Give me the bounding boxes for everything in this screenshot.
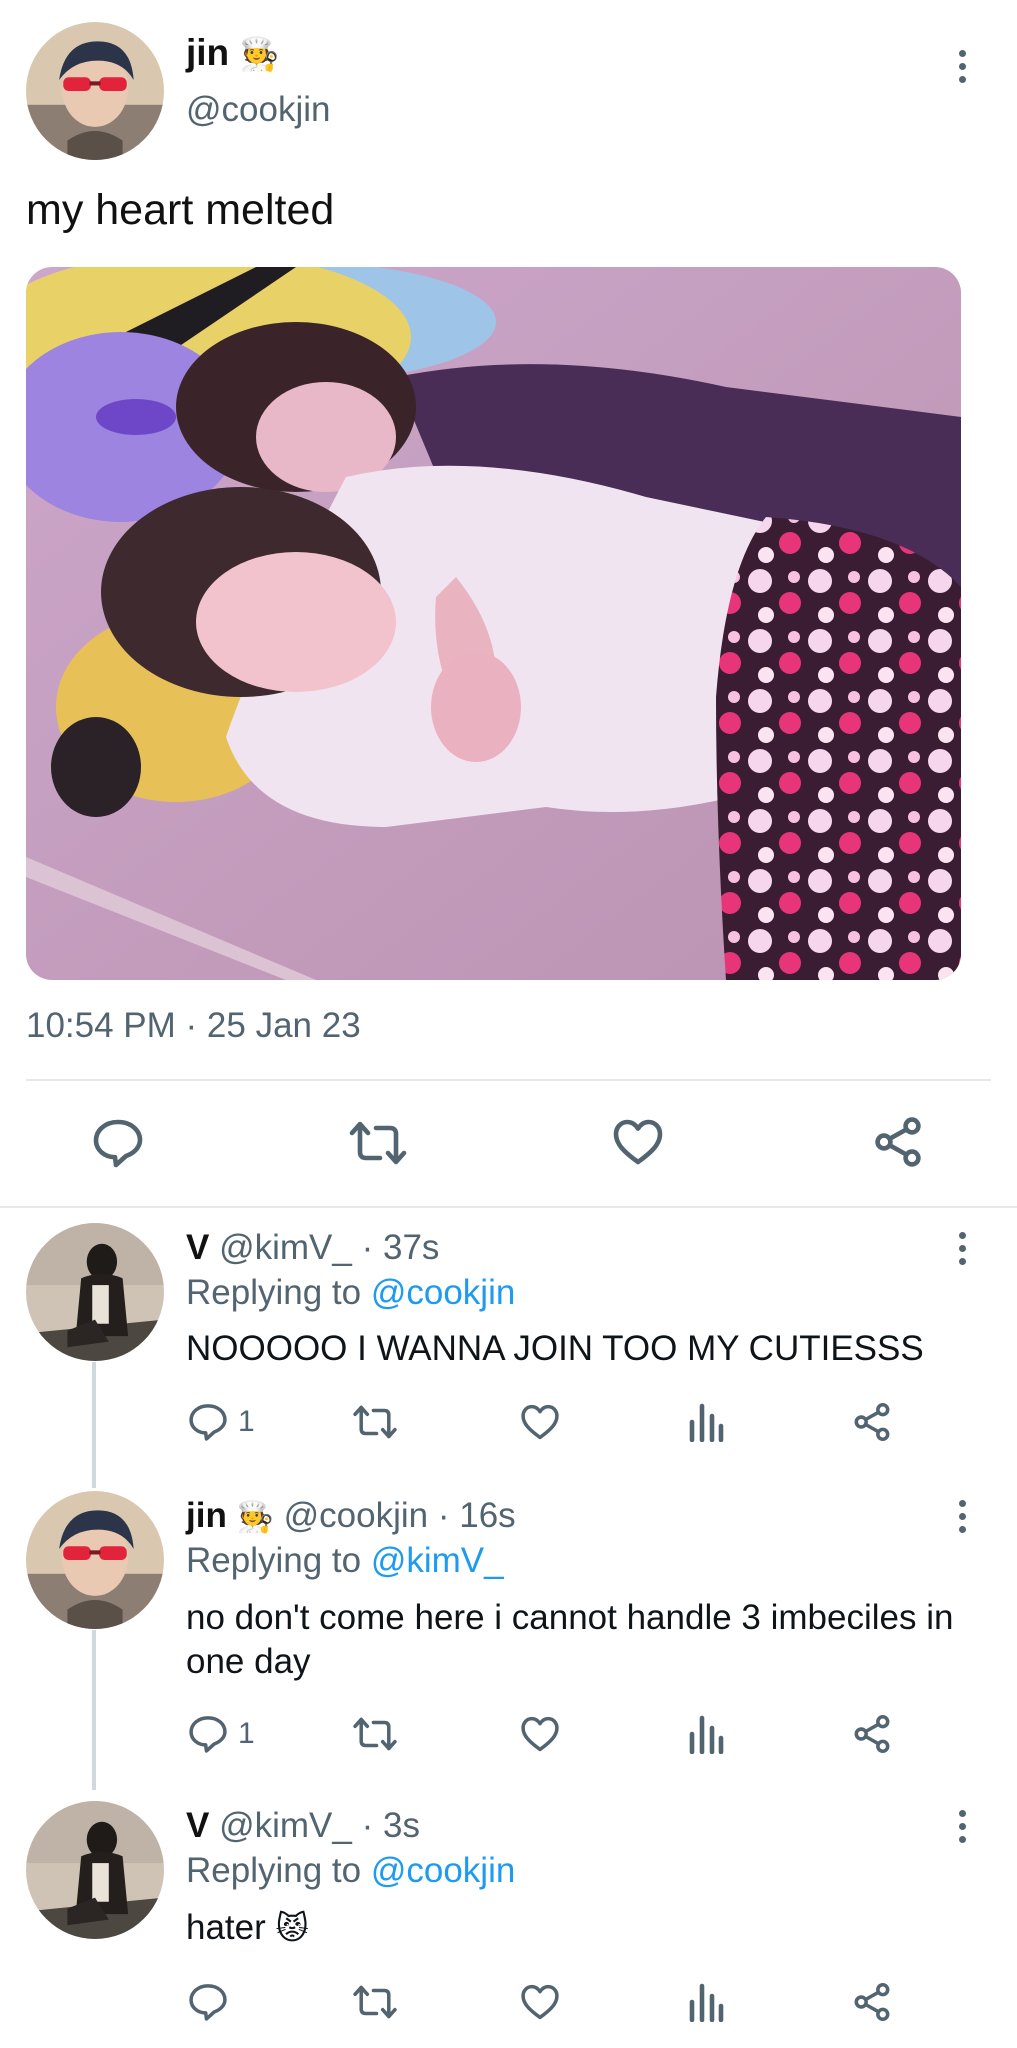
share-icon[interactable]: [852, 1402, 892, 1442]
reply-2-handle[interactable]: @cookjin: [284, 1496, 428, 1535]
reply-1-more-icon[interactable]: [952, 1228, 972, 1268]
reply-2-display-name[interactable]: jin: [186, 1496, 227, 1535]
reply-2-replying-label: Replying to: [186, 1541, 362, 1580]
reply-3-text-line: hater 😾: [186, 1906, 309, 1950]
like-icon[interactable]: [612, 1118, 664, 1166]
reply-1-header: V @kimV_ · 37s: [186, 1226, 439, 1270]
avatar-v-reply[interactable]: [26, 1801, 164, 1939]
reply-2-replying-handle[interactable]: @kimV_: [371, 1541, 504, 1580]
reply-3-replying-label: Replying to: [186, 1851, 362, 1890]
reply-1-replying-to: Replying to @cookjin: [186, 1271, 515, 1315]
reply-2-text: no don't come here i cannot handle 3 imb…: [186, 1598, 954, 1681]
retweet-icon[interactable]: [348, 1118, 408, 1168]
main-display-name[interactable]: jin 🧑‍🍳: [186, 30, 279, 77]
reply-icon: [188, 1714, 228, 1754]
reply-3-header: V @kimV_ · 3s: [186, 1804, 420, 1848]
tweet-timestamp: 10:54 PM · 25 Jan 23: [26, 1006, 361, 1045]
chef-emoji-icon: 🧑‍🍳: [239, 36, 280, 72]
tweet-text: my heart melted: [26, 186, 335, 234]
reply-icon: [188, 1402, 228, 1442]
analytics-icon[interactable]: [688, 1402, 724, 1442]
thread-line-2: [92, 1630, 96, 1790]
actions-divider: [0, 1206, 1017, 1208]
pouting-cat-emoji-icon: 😾: [275, 1910, 309, 1946]
like-icon[interactable]: [520, 1983, 560, 2021]
reply-1-replying-handle[interactable]: @cookjin: [371, 1273, 515, 1312]
reply-2-time: · 16s: [437, 1496, 516, 1535]
share-icon[interactable]: [852, 1714, 892, 1754]
reply-3-replying-handle[interactable]: @cookjin: [371, 1851, 515, 1890]
reply-2-reply-action[interactable]: 1: [188, 1714, 255, 1754]
reply-3-time: · 3s: [361, 1806, 420, 1845]
reply-3-display-name[interactable]: V: [186, 1806, 209, 1845]
reply-1-reply-action[interactable]: 1: [188, 1402, 255, 1442]
reply-1-replying-label: Replying to: [186, 1273, 362, 1312]
reply-3-replying-to: Replying to @cookjin: [186, 1849, 515, 1893]
chef-emoji-icon: 🧑‍🍳: [236, 1501, 274, 1534]
reply-2-reply-count: 1: [238, 1717, 255, 1750]
reply-icon[interactable]: [92, 1118, 144, 1168]
reply-1-display-name[interactable]: V: [186, 1228, 209, 1267]
main-handle[interactable]: @cookjin: [186, 88, 330, 132]
avatar-v[interactable]: [26, 1223, 164, 1361]
avatar-jin[interactable]: [26, 22, 164, 160]
thread-line-1: [92, 1362, 96, 1488]
share-icon[interactable]: [872, 1116, 924, 1168]
retweet-icon[interactable]: [352, 1982, 398, 2022]
reply-2-replying-to: Replying to @kimV_: [186, 1539, 504, 1583]
avatar-jin-reply[interactable]: [26, 1491, 164, 1629]
reply-1-reply-count: 1: [238, 1405, 255, 1438]
reply-3-handle[interactable]: @kimV_: [219, 1806, 352, 1845]
analytics-icon[interactable]: [688, 1982, 724, 2022]
reply-1-text: NOOOOO I WANNA JOIN TOO MY CUTIESSS: [186, 1329, 924, 1368]
retweet-icon[interactable]: [352, 1402, 398, 1442]
main-display-name-text: jin: [186, 32, 230, 73]
like-icon[interactable]: [520, 1715, 560, 1753]
like-icon[interactable]: [520, 1403, 560, 1441]
reply-1-handle[interactable]: @kimV_: [219, 1228, 352, 1267]
reply-3-text: hater: [186, 1908, 266, 1947]
timestamp-divider: [26, 1079, 991, 1081]
reply-2-more-icon[interactable]: [952, 1496, 972, 1536]
share-icon[interactable]: [852, 1982, 892, 2022]
reply-1-time: · 37s: [361, 1228, 440, 1267]
reply-3-more-icon[interactable]: [952, 1806, 972, 1846]
tweet-photo[interactable]: [26, 267, 961, 980]
more-options-icon[interactable]: [952, 46, 972, 86]
reply-2-header: jin 🧑‍🍳 @cookjin · 16s: [186, 1494, 516, 1540]
analytics-icon[interactable]: [688, 1714, 724, 1754]
reply-icon[interactable]: [188, 1982, 228, 2022]
retweet-icon[interactable]: [352, 1714, 398, 1754]
